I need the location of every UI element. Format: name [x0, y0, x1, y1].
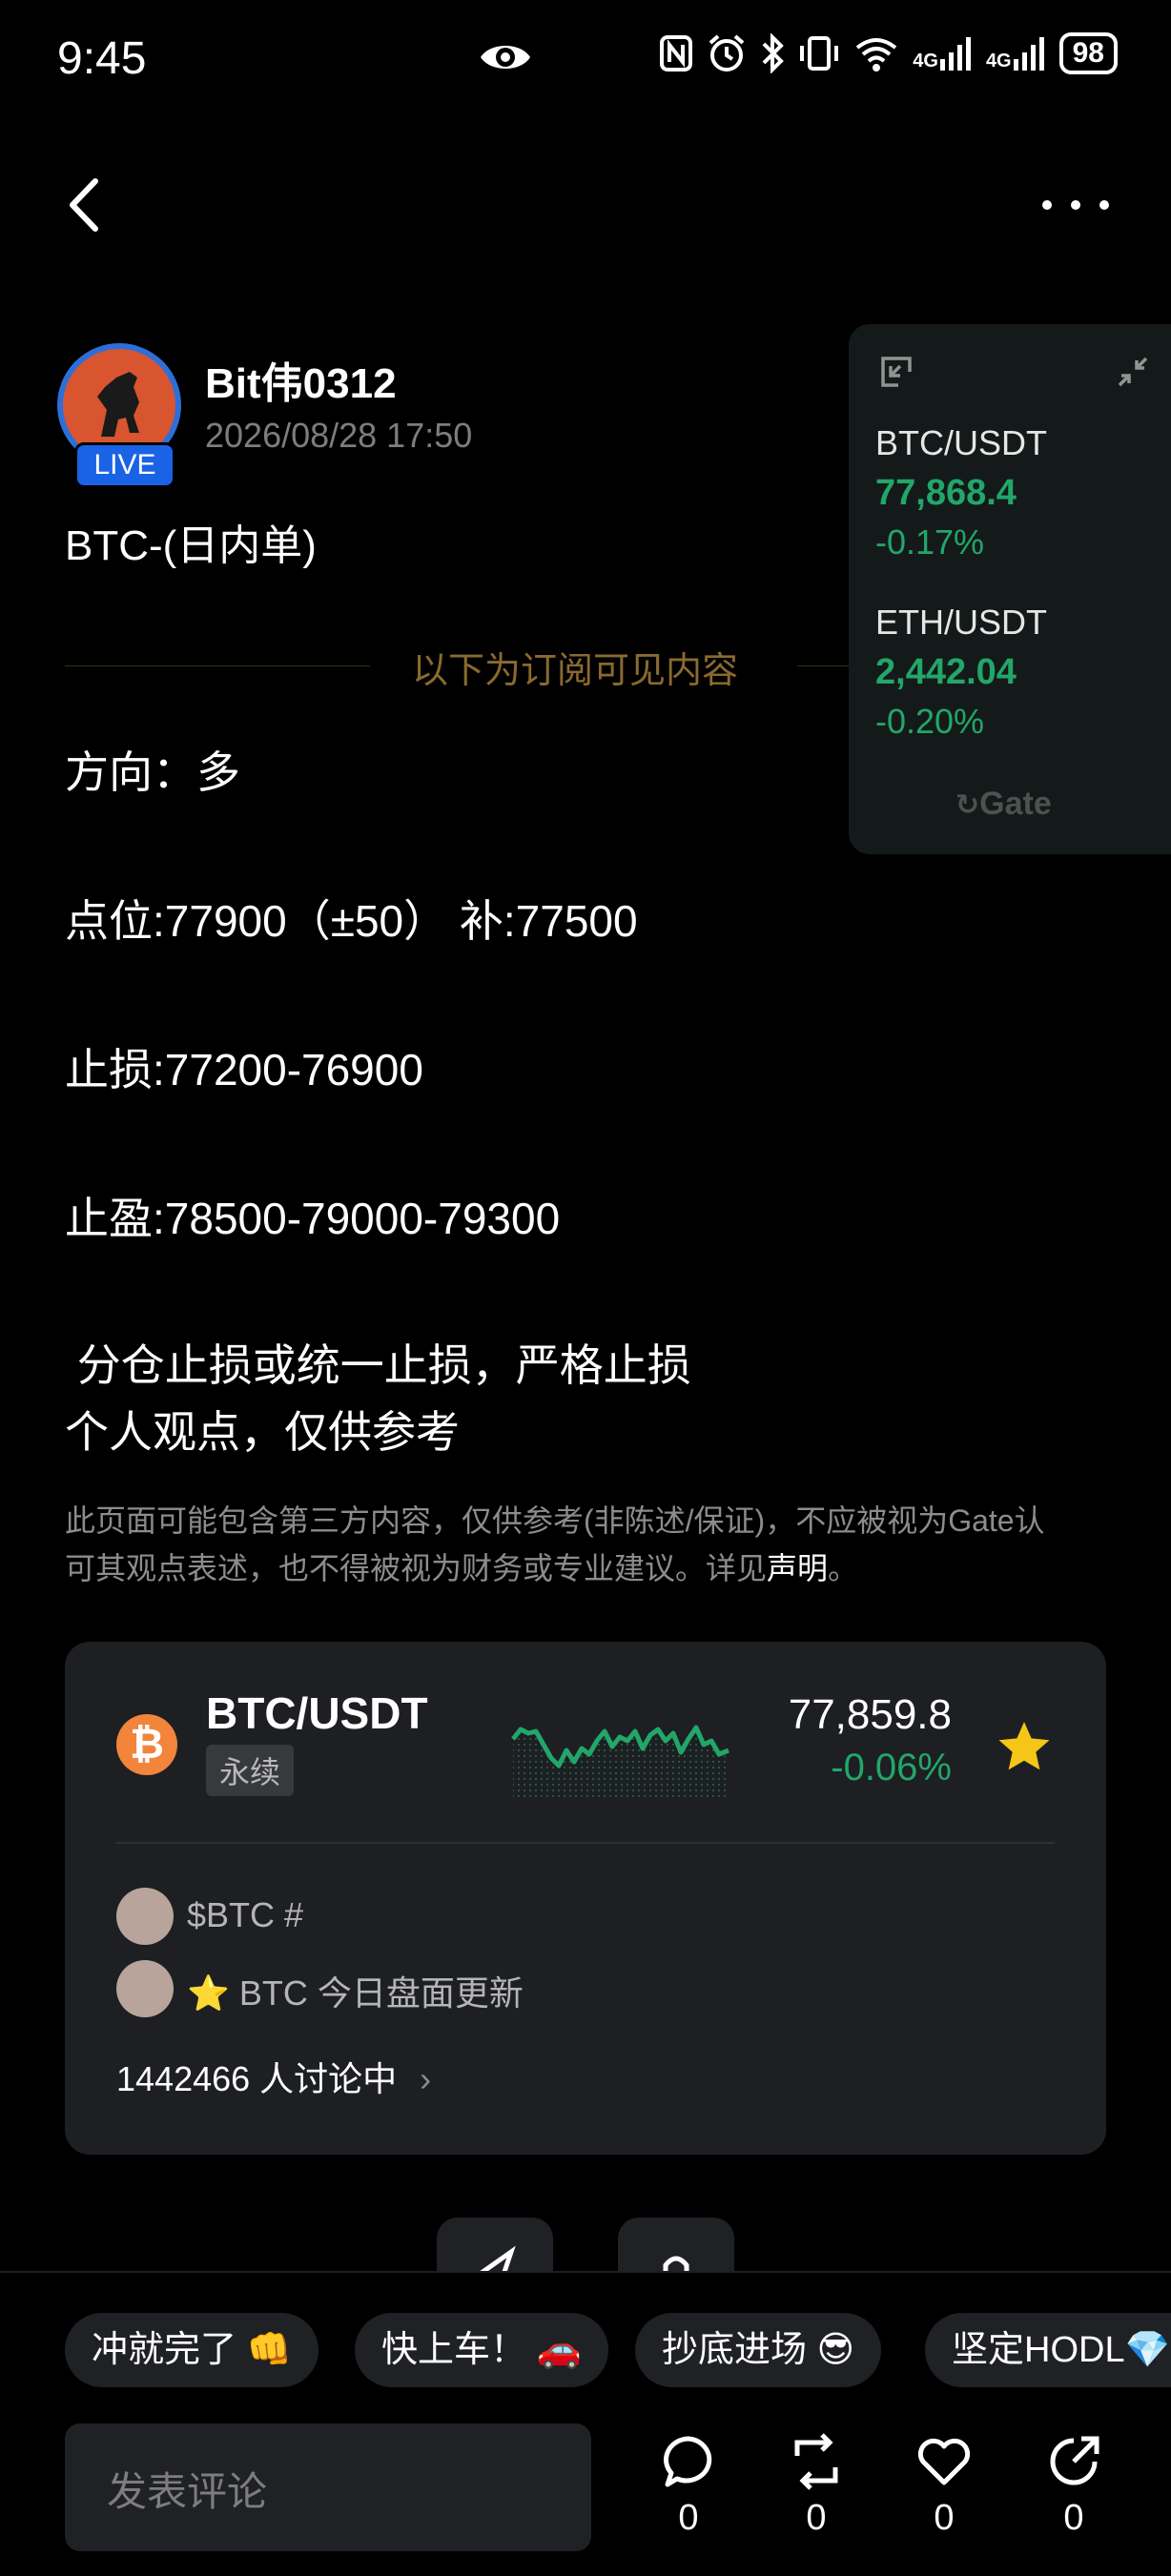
- third-party-disclaimer: 此页面可能包含第三方内容，仅供参考(非陈述/保证)，不应被视为Gate认 可其观…: [65, 1503, 1045, 1585]
- picture-in-picture-icon[interactable]: [877, 353, 915, 391]
- post-line-note: 分仓止损或统一止损，严格止损: [65, 1340, 691, 1390]
- ticker-change: -0.20%: [875, 702, 985, 741]
- share-icon[interactable]: [1045, 2433, 1102, 2490]
- discussion-count-link[interactable]: 1442466 人讨论中 ›: [116, 2052, 431, 2101]
- comment-count: 0: [678, 2498, 699, 2538]
- statement-link[interactable]: 声明: [767, 1551, 828, 1585]
- repost-count: 0: [806, 2498, 827, 2538]
- signal-4g-icon: 4G: [986, 36, 1046, 71]
- post-line-entry: 点位:77900（±50） 补:77500: [65, 896, 638, 946]
- quick-reply-chip[interactable]: 冲就完了 👊: [65, 2313, 318, 2387]
- sparkline-chart: [511, 1725, 729, 1798]
- gate-logo: ↻Gate: [955, 786, 1052, 822]
- ticker-pair: BTC/USDT: [875, 423, 1047, 462]
- bluetooth-icon: [762, 33, 785, 73]
- quick-reply-chip[interactable]: 快上车！ 🚗: [355, 2313, 608, 2387]
- topic-item[interactable]: $BTC #: [187, 1895, 303, 1935]
- bitcoin-icon: ₿: [116, 1714, 177, 1775]
- post-line-direction: 方向：多: [65, 747, 240, 797]
- chevron-right-icon: ›: [420, 2059, 432, 2098]
- ticker-pair: ETH/USDT: [875, 603, 1047, 642]
- avatar: [116, 1960, 174, 2017]
- avatar: [116, 1888, 174, 1945]
- market-card[interactable]: ₿ BTC/USDT 永续 77,859.8 -0.06% $BTC # ⭐ B…: [65, 1642, 1106, 2155]
- floating-ticker-widget[interactable]: BTC/USDT 77,868.4 -0.17% ETH/USDT 2,442.…: [849, 324, 1171, 854]
- signal-4g-icon: 4G: [913, 36, 973, 71]
- more-options-button[interactable]: [1037, 191, 1114, 219]
- post-line-stoploss: 止损:77200-76900: [65, 1045, 423, 1094]
- ticker-change: -0.17%: [875, 522, 985, 562]
- quick-reply-chip[interactable]: 坚定HODL💎: [925, 2313, 1171, 2387]
- share-count: 0: [1063, 2498, 1084, 2538]
- bottom-bar: 冲就完了 👊 快上车！ 🚗 抄底进场 😎 坚定HODL💎 发表评论 0 0 0 …: [0, 2271, 1171, 2576]
- wifi-icon: [856, 38, 897, 72]
- like-count: 0: [934, 2498, 955, 2538]
- eye-icon: [481, 46, 530, 69]
- post-line-disclaimer: 个人观点，仅供参考: [65, 1407, 460, 1457]
- repost-icon[interactable]: [788, 2433, 845, 2490]
- divider: [65, 665, 370, 666]
- ticker-price: 2,442.04: [875, 652, 1017, 692]
- post-line-takeprofit: 止盈:78500-79000-79300: [65, 1194, 561, 1243]
- back-button[interactable]: [57, 172, 114, 238]
- topic-item[interactable]: ⭐ BTC 今日盘面更新: [187, 1966, 524, 2015]
- comment-icon[interactable]: [660, 2433, 717, 2490]
- live-badge: LIVE: [74, 442, 175, 488]
- post-title: BTC-(日内单): [65, 522, 317, 569]
- comment-placeholder: 发表评论: [107, 2469, 268, 2514]
- market-change: -0.06%: [831, 1747, 952, 1789]
- market-pair: BTC/USDT: [206, 1688, 428, 1738]
- divider: [116, 1842, 1055, 1844]
- nfc-icon: [660, 35, 693, 72]
- quick-reply-chip[interactable]: 抄底进场 😎: [635, 2313, 882, 2387]
- author-name[interactable]: Bit伟0312: [205, 349, 397, 410]
- collapse-icon[interactable]: [1114, 353, 1152, 391]
- vibrate-icon: [800, 36, 839, 71]
- heart-icon[interactable]: [915, 2433, 973, 2490]
- status-time: 9:45: [57, 33, 147, 84]
- comment-input[interactable]: 发表评论: [65, 2423, 591, 2551]
- alarm-icon: [709, 34, 745, 72]
- perpetual-tag: 永续: [206, 1745, 295, 1796]
- ticker-price: 77,868.4: [875, 473, 1017, 513]
- market-price: 77,859.8: [788, 1691, 952, 1738]
- post-time: 2026/08/28 17:50: [205, 416, 473, 455]
- battery-indicator: 98: [1058, 32, 1118, 74]
- favorite-star-icon[interactable]: [996, 1718, 1053, 1775]
- status-icons: 4G 4G 98: [659, 32, 1118, 74]
- subscriber-content-divider: 以下为订阅可见内容: [412, 651, 739, 691]
